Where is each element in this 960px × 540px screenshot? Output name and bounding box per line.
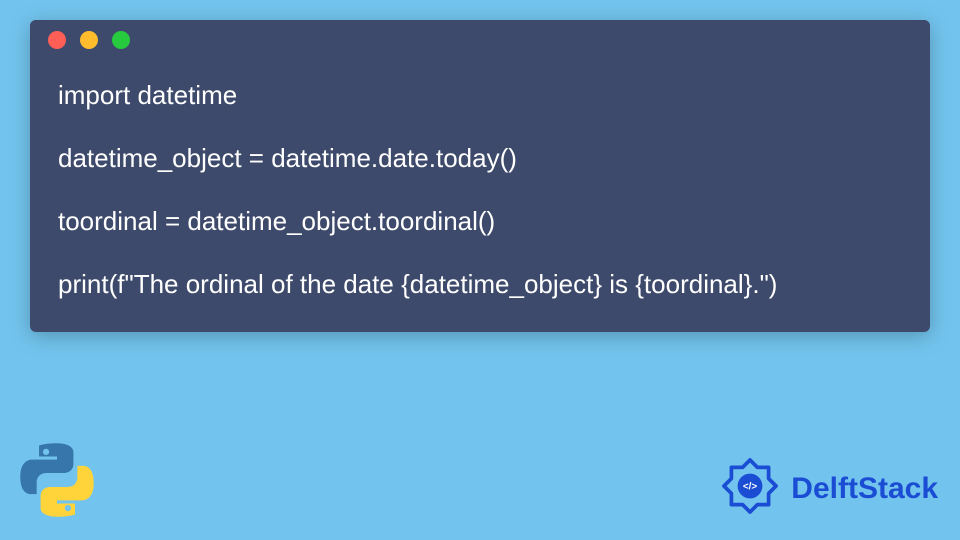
- window-title-bar: [30, 20, 930, 60]
- code-window: import datetime datetime_object = dateti…: [30, 20, 930, 332]
- maximize-icon[interactable]: [112, 31, 130, 49]
- code-line-2: datetime_object = datetime.date.today(): [58, 141, 902, 176]
- blank-line: [58, 239, 902, 267]
- blank-line: [58, 176, 902, 204]
- minimize-icon[interactable]: [80, 31, 98, 49]
- code-line-3: toordinal = datetime_object.toordinal(): [58, 204, 902, 239]
- python-logo-icon: [14, 437, 100, 528]
- code-line-4: print(f"The ordinal of the date {datetim…: [58, 267, 902, 302]
- brand-logo-icon: </>: [719, 455, 781, 522]
- svg-text:</>: </>: [743, 482, 758, 493]
- blank-line: [58, 113, 902, 141]
- code-body: import datetime datetime_object = dateti…: [30, 60, 930, 332]
- code-line-1: import datetime: [58, 78, 902, 113]
- brand-block: </> DelftStack: [719, 455, 938, 522]
- page-container: import datetime datetime_object = dateti…: [0, 0, 960, 540]
- close-icon[interactable]: [48, 31, 66, 49]
- brand-name: DelftStack: [791, 472, 938, 506]
